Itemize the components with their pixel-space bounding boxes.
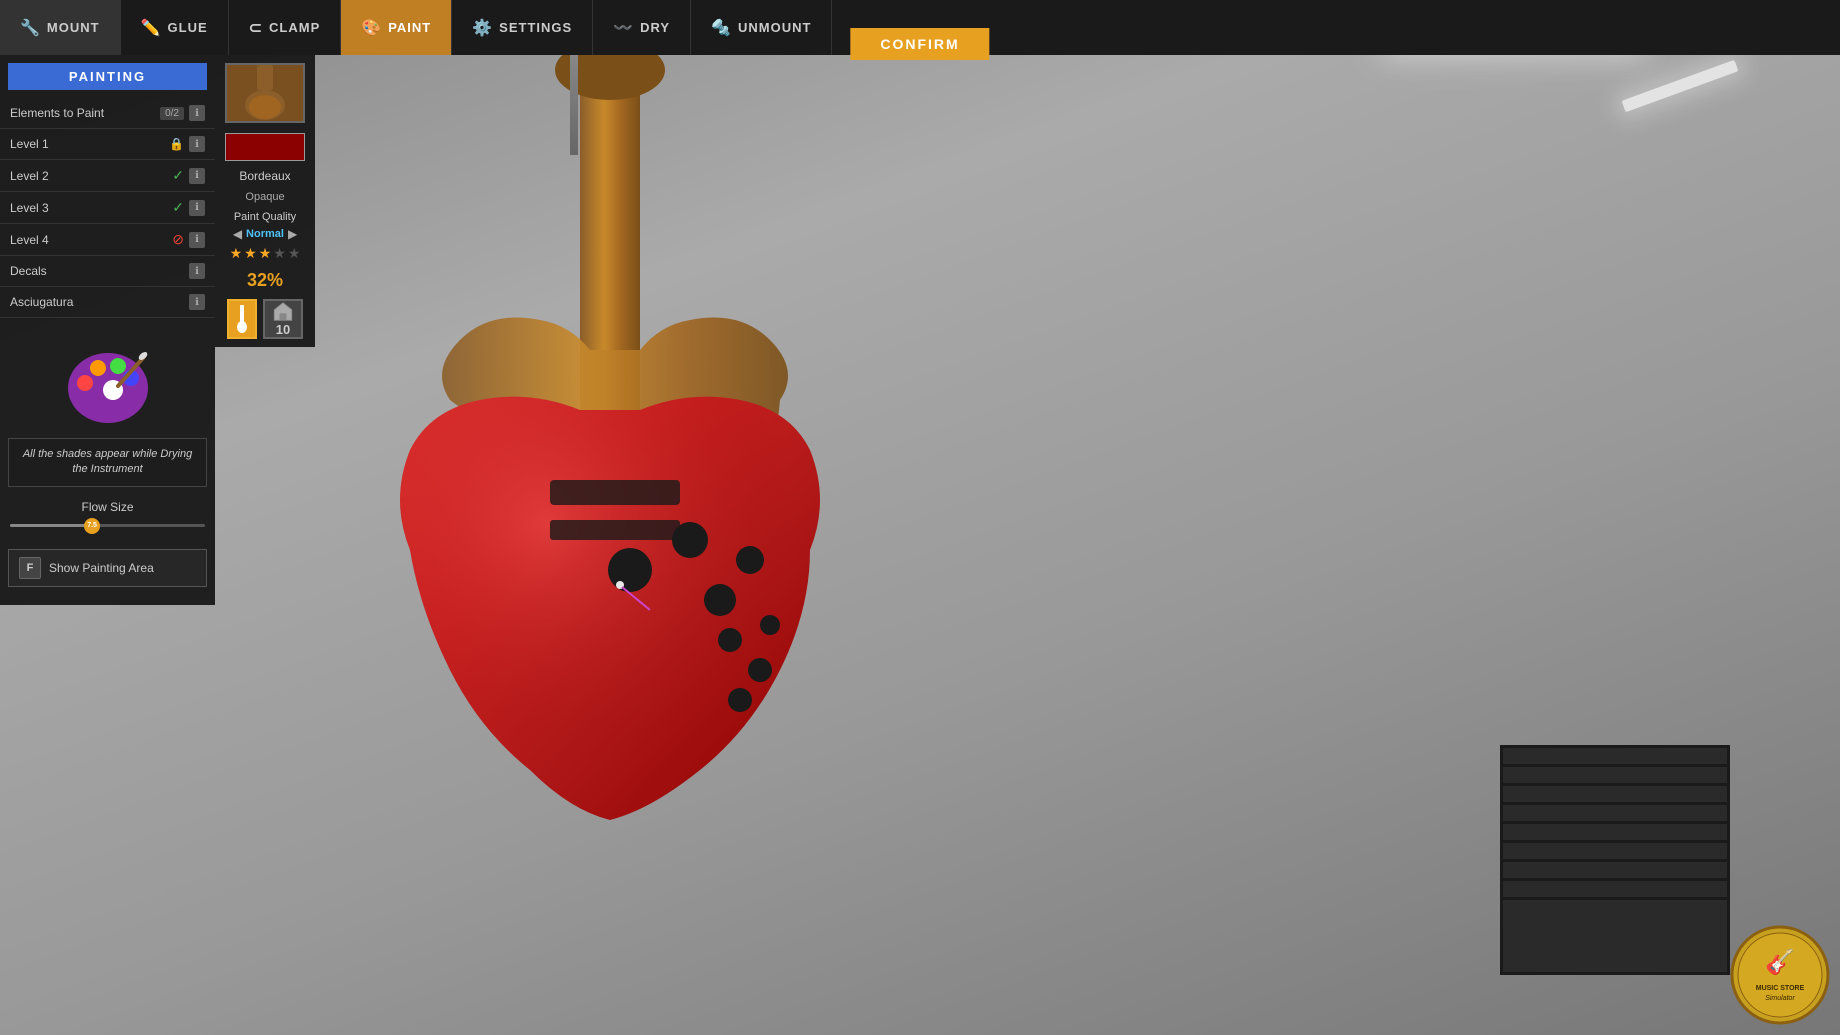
level-1-info-button[interactable]: ℹ	[189, 136, 205, 152]
guitar-model	[250, 50, 1150, 1000]
level-4-row[interactable]: Level 4 ⊘ ℹ	[0, 224, 215, 256]
show-painting-button[interactable]: F Show Painting Area	[8, 549, 207, 587]
svg-text:MUSIC STORE: MUSIC STORE	[1756, 985, 1805, 992]
svg-text:Simulator: Simulator	[1765, 995, 1795, 1002]
mount-icon: 🔧	[20, 18, 41, 38]
elements-to-paint-row: Elements to Paint 0/2 ℹ	[0, 98, 215, 129]
level-3-status-icon: ✓	[172, 199, 184, 216]
level-4-label: Level 4	[10, 233, 172, 247]
keyboard-key-f: F	[19, 557, 41, 579]
nav-clamp-label: CLAMP	[269, 20, 320, 35]
asciugatura-label: Asciugatura	[10, 295, 189, 309]
asciugatura-info-button[interactable]: ℹ	[189, 294, 205, 310]
elements-to-paint-value: 0/2	[160, 107, 184, 120]
stars-row: ★ ★ ★ ★ ★	[223, 245, 307, 262]
flow-size-label: Flow Size	[10, 500, 205, 514]
guitar-thumbnail[interactable]	[225, 63, 305, 123]
painting-panel: PAINTING Elements to Paint 0/2 ℹ Level 1…	[0, 55, 215, 605]
quality-next-button[interactable]: ▶	[288, 227, 297, 241]
guitar-chain	[570, 55, 578, 155]
color-panel: Bordeaux Opaque Paint Quality ◀ Normal ▶…	[215, 55, 315, 347]
texture-label: Opaque	[245, 191, 284, 203]
ceiling-light-2	[1622, 60, 1739, 112]
nav-settings[interactable]: ⚙️ SETTINGS	[452, 0, 593, 55]
star-5: ★	[288, 245, 301, 262]
vent-grill	[1500, 745, 1730, 975]
paint-palette-area	[0, 318, 215, 433]
decals-info-button[interactable]: ℹ	[189, 263, 205, 279]
nav-dry-label: DRY	[640, 20, 670, 35]
logo-badge: 🎸 MUSIC STORE Simulator	[1730, 925, 1830, 1025]
paint-can-count: 10	[276, 322, 290, 337]
brush-tool-button[interactable]	[227, 299, 257, 339]
flow-track: 7.5	[10, 524, 205, 527]
nav-unmount[interactable]: 🔩 UNMOUNT	[691, 0, 832, 55]
info-text: All the shades appear while Drying the I…	[23, 448, 192, 475]
nav-paint[interactable]: 🎨 PAINT	[341, 0, 452, 55]
star-3: ★	[259, 245, 272, 262]
dry-icon: 〰️	[613, 18, 634, 38]
level-2-status-icon: ✓	[172, 167, 184, 184]
level-3-row[interactable]: Level 3 ✓ ℹ	[0, 192, 215, 224]
quality-prev-button[interactable]: ◀	[233, 227, 242, 241]
panel-title: PAINTING	[8, 63, 207, 90]
settings-icon: ⚙️	[472, 18, 493, 38]
nav-clamp[interactable]: ⊂ CLAMP	[229, 0, 342, 55]
star-2: ★	[244, 245, 257, 262]
level-4-info-button[interactable]: ℹ	[189, 232, 205, 248]
nav-mount[interactable]: 🔧 MOUNT	[0, 0, 121, 55]
level-4-status-icon: ⊘	[172, 231, 184, 248]
nav-settings-label: SETTINGS	[499, 20, 572, 35]
svg-text:🎸: 🎸	[1765, 948, 1795, 976]
unmount-icon: 🔩	[711, 18, 732, 38]
star-1: ★	[230, 245, 243, 262]
flow-size-section: Flow Size 7.5	[0, 492, 215, 541]
logo-svg: 🎸 MUSIC STORE Simulator	[1730, 925, 1830, 1025]
level-3-info-button[interactable]: ℹ	[189, 200, 205, 216]
level-2-label: Level 2	[10, 169, 172, 183]
decals-row[interactable]: Decals ℹ	[0, 256, 215, 287]
nav-glue-label: GLUE	[168, 20, 208, 35]
decals-label: Decals	[10, 264, 189, 278]
info-box: All the shades appear while Drying the I…	[8, 438, 207, 487]
color-name-label: Bordeaux	[239, 169, 290, 183]
level-3-label: Level 3	[10, 201, 172, 215]
paint-tools-row: 10	[223, 299, 307, 339]
flow-fill	[10, 524, 88, 527]
clamp-icon: ⊂	[249, 18, 263, 38]
show-painting-label: Show Painting Area	[49, 561, 154, 575]
color-swatch[interactable]	[225, 133, 305, 161]
star-4: ★	[273, 245, 286, 262]
guitar-thumbnail-svg	[227, 65, 303, 121]
level-2-row[interactable]: Level 2 ✓ ℹ	[0, 160, 215, 192]
quality-selector: ◀ Normal ▶	[223, 227, 307, 241]
level-1-status-icon: 🔒	[169, 137, 184, 151]
nav-paint-label: PAINT	[388, 20, 431, 35]
elements-to-paint-label: Elements to Paint	[10, 106, 160, 120]
paint-quality-section: Paint Quality ◀ Normal ▶ ★ ★ ★ ★ ★	[223, 211, 307, 262]
elements-info-button[interactable]: ℹ	[189, 105, 205, 121]
confirm-button[interactable]: CONFIRM	[850, 28, 989, 60]
level-2-info-button[interactable]: ℹ	[189, 168, 205, 184]
flow-slider-container: 7.5	[10, 519, 205, 533]
level-1-row[interactable]: Level 1 🔒 ℹ	[0, 129, 215, 160]
nav-dry[interactable]: 〰️ DRY	[593, 0, 691, 55]
nav-glue[interactable]: ✏️ GLUE	[121, 0, 229, 55]
level-1-label: Level 1	[10, 137, 169, 151]
paint-can-button[interactable]: 10	[263, 299, 303, 339]
quality-label: Paint Quality	[223, 211, 307, 223]
nav-mount-label: MOUNT	[47, 20, 100, 35]
flow-value: 7.5	[87, 522, 97, 529]
paint-icon: 🎨	[361, 18, 382, 38]
flow-thumb[interactable]: 7.5	[84, 518, 100, 534]
paint-palette-icon	[63, 338, 153, 428]
paint-percent: 32%	[247, 270, 283, 291]
nav-unmount-label: UNMOUNT	[738, 20, 811, 35]
glue-icon: ✏️	[141, 18, 162, 38]
asciugatura-row[interactable]: Asciugatura ℹ	[0, 287, 215, 318]
quality-value: Normal	[246, 228, 284, 240]
